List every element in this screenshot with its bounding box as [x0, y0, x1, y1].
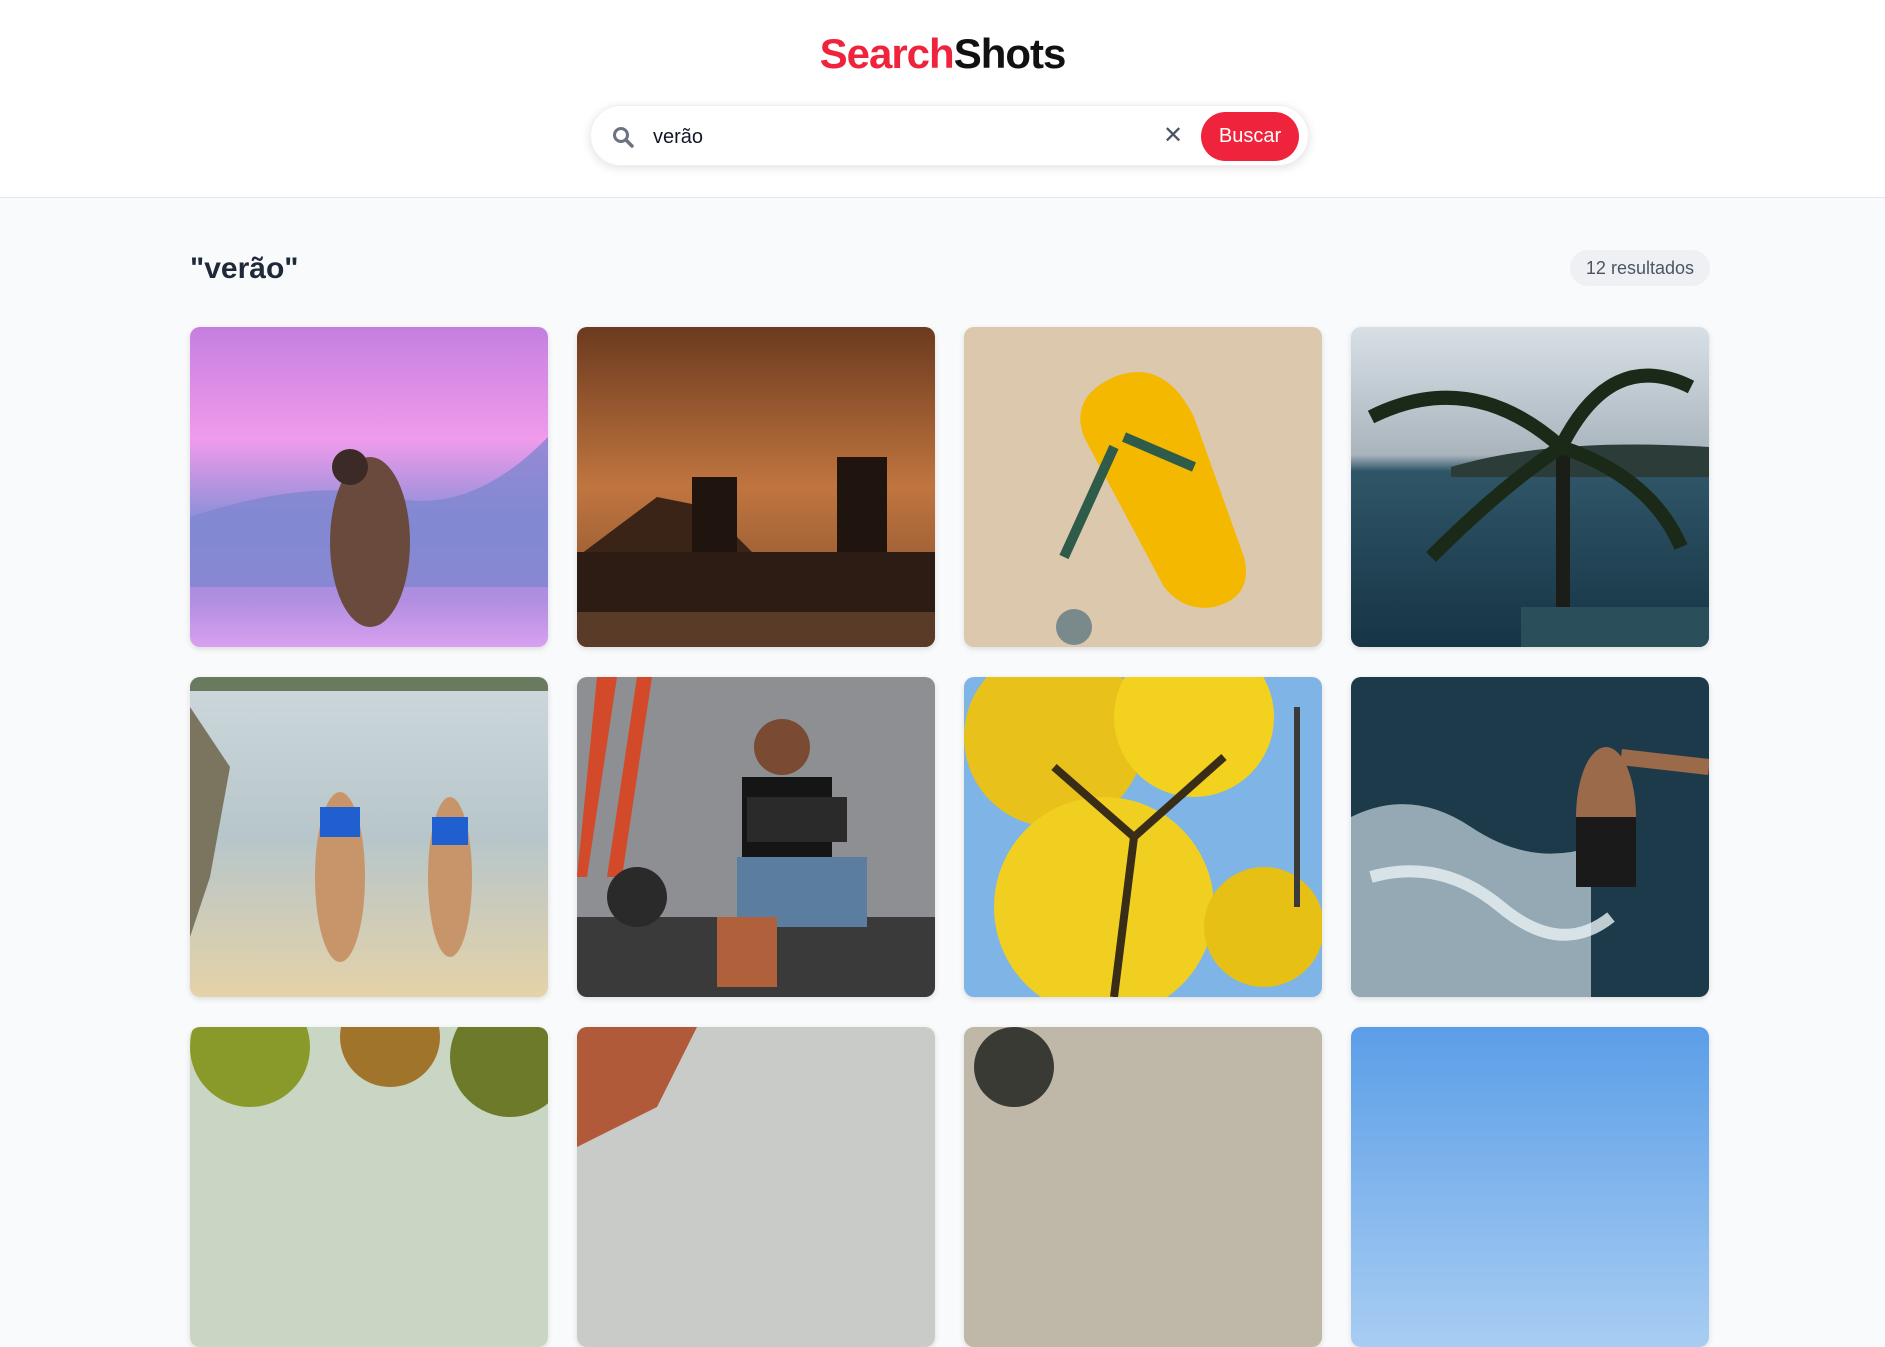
- photo-person-landscape[interactable]: [964, 1027, 1322, 1347]
- site-logo[interactable]: SearchShots: [0, 30, 1885, 78]
- results-count-badge: 12 resultados: [1569, 250, 1710, 286]
- photo-two-women-beach[interactable]: [190, 677, 548, 997]
- logo-search-text: Search: [819, 30, 955, 77]
- photo-man-diving-water[interactable]: [1351, 677, 1709, 997]
- photo-palm-tree-sea[interactable]: [1351, 327, 1709, 647]
- photo-grid: [190, 327, 1710, 1347]
- close-icon[interactable]: ✕: [1158, 121, 1188, 151]
- results-query-title: "verão": [190, 252, 299, 285]
- top-header: SearchShots ✕ Buscar: [0, 0, 1885, 198]
- photo-city-skyline-sunset[interactable]: [577, 327, 935, 647]
- search-icon: [611, 125, 635, 149]
- photo-woman-bikini-pink-sky[interactable]: [190, 327, 548, 647]
- photo-blue-sky[interactable]: [1351, 1027, 1709, 1347]
- photo-yellow-ipe-tree[interactable]: [964, 677, 1322, 997]
- search-button[interactable]: Buscar: [1201, 112, 1299, 161]
- logo-shots-text: Shots: [953, 30, 1067, 77]
- search-bar: ✕ Buscar: [590, 105, 1309, 166]
- search-input[interactable]: [651, 118, 1135, 156]
- results-header: "verão" 12 resultados: [190, 250, 1710, 290]
- photo-tree-foliage[interactable]: [190, 1027, 548, 1347]
- photo-man-with-camera[interactable]: [577, 677, 935, 997]
- photo-rock-cliff[interactable]: [577, 1027, 935, 1347]
- photo-yellow-flip-flop-sand[interactable]: [964, 327, 1322, 647]
